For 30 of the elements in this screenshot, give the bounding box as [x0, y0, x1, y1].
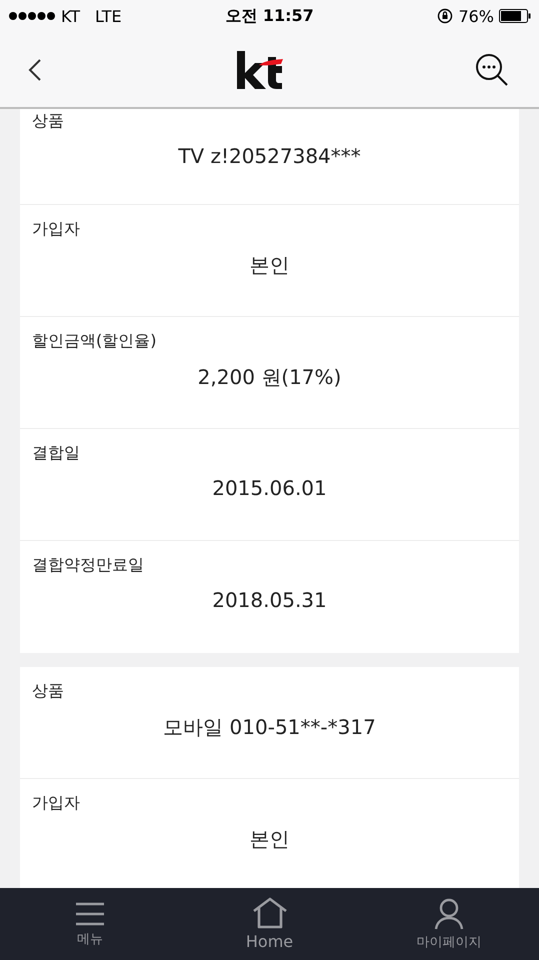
logo-drawing — [234, 50, 282, 88]
field-label: 결합일 — [32, 443, 80, 464]
status-time: 오전 11:57 — [225, 6, 314, 26]
field-value: 본인 — [250, 826, 290, 853]
field-value: 본인 — [250, 252, 290, 279]
field-value: 모바일 010-51**-*317 — [163, 714, 376, 741]
menu-icon — [74, 900, 105, 926]
field-label: 결합약정만료일 — [32, 555, 144, 576]
field-label: 가입자 — [32, 219, 80, 240]
search-icon[interactable] — [475, 52, 509, 86]
field-value: 2,200 원(17%) — [198, 364, 342, 391]
back-icon[interactable] — [28, 58, 42, 82]
field-label: 할인금액(할인율) — [32, 331, 156, 352]
field-label: 상품 — [32, 111, 64, 132]
signal-icon — [8, 11, 56, 21]
field-label: 가입자 — [32, 793, 80, 814]
carrier-text: KT — [61, 6, 80, 26]
network-text: LTE — [95, 6, 122, 26]
battery-icon — [499, 9, 531, 23]
home-icon — [252, 897, 288, 929]
nav-button[interactable]: Home — [180, 888, 360, 960]
field-value: 2015.06.01 — [212, 476, 327, 500]
field-value: TV z!20527384*** — [178, 144, 361, 168]
rotation-lock-icon — [437, 8, 454, 24]
nav-button[interactable]: 메뉴 — [0, 888, 180, 960]
person-icon — [434, 898, 464, 930]
field-value: 2018.05.31 — [212, 588, 327, 612]
battery-text: 76% — [458, 6, 494, 26]
field-label: 상품 — [32, 681, 64, 702]
nav-button[interactable]: 마이페이지 — [359, 888, 539, 960]
